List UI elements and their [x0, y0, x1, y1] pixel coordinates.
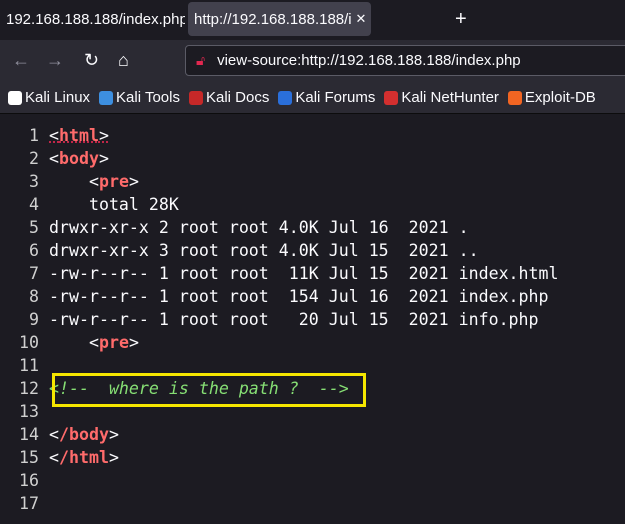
- bookmark-label: Kali NetHunter: [401, 89, 499, 106]
- bookmark-label: Kali Linux: [25, 89, 91, 106]
- insecure-lock-icon: 🔓︎: [196, 52, 206, 68]
- source-view: 1 <html> 2 <body> 3 <pre> 4 total 28K 5 drwxr-x…: [0, 124, 559, 515]
- line-number: 14: [19, 425, 39, 444]
- bookmark-item[interactable]: Kali Tools: [99, 89, 180, 106]
- line-number: 13: [19, 402, 39, 421]
- highlight-box: [52, 373, 366, 407]
- html-tag: <html>: [49, 126, 109, 145]
- bookmark-item[interactable]: Kali Docs: [188, 89, 270, 106]
- line-number: 4: [29, 195, 39, 214]
- bookmark-label: Kali Docs: [205, 89, 270, 106]
- new-tab-button[interactable]: +: [455, 8, 467, 31]
- source-text: drwxr-xr-x 2 root root 4.0K Jul 16 2021 …: [49, 218, 469, 237]
- bookmark-label: Exploit-DB: [524, 89, 596, 106]
- source-line: 17: [0, 492, 559, 515]
- line-number: 11: [19, 356, 39, 375]
- html-tag: <body>: [49, 149, 109, 168]
- bookmark-favicon-icon: [8, 90, 22, 105]
- home-icon[interactable]: ⌂: [118, 50, 129, 71]
- html-tag: <pre>: [88, 172, 139, 191]
- source-line: 8 -rw-r--r-- 1 root root 154 Jul 16 2021 …: [0, 285, 559, 308]
- tag-name: /html: [59, 448, 109, 467]
- bookmark-label: Kali Tools: [116, 89, 180, 106]
- reload-icon[interactable]: ↻: [84, 50, 99, 71]
- tab-index-php[interactable]: 192.168.188.188/index.php ✕: [0, 2, 211, 36]
- tag-name: html: [59, 126, 99, 145]
- back-icon[interactable]: ←: [12, 50, 30, 71]
- tag-name: body: [59, 149, 99, 168]
- source-line: 16: [0, 469, 559, 492]
- source-line: 7 -rw-r--r-- 1 root root 11K Jul 15 2021 …: [0, 262, 559, 285]
- source-line: 1 <html>: [0, 124, 559, 147]
- tag-name: pre: [98, 172, 129, 191]
- source-line: 10 <pre>: [0, 331, 559, 354]
- tab-view-source[interactable]: http://192.168.188.188/index.php ✕: [188, 2, 371, 36]
- bookmark-label: Kali Forums: [295, 89, 376, 106]
- tab-bar: 192.168.188.188/index.php ✕ http://192.1…: [0, 0, 625, 40]
- url-bar[interactable]: 🔓︎ view-source:http://192.168.188.188/in…: [185, 45, 625, 76]
- bookmarks-bar: Kali Linux Kali Tools Kali Docs Kali Forums…: [0, 82, 625, 114]
- tab-title: 192.168.188.188/index.php: [6, 10, 185, 28]
- source-line: 5 drwxr-xr-x 2 root root 4.0K Jul 16 2021…: [0, 216, 559, 239]
- line-number: 16: [19, 471, 39, 490]
- html-tag: <pre>: [88, 333, 139, 352]
- source-line: 2 <body>: [0, 147, 559, 170]
- source-line: 4 total 28K: [0, 193, 559, 216]
- line-number: 6: [29, 241, 39, 260]
- source-line: 14 </body>: [0, 423, 559, 446]
- source-text: -rw-r--r-- 1 root root 11K Jul 15 2021 i…: [49, 264, 559, 283]
- line-number: 12: [19, 379, 39, 398]
- bookmark-favicon-icon: [507, 90, 522, 105]
- close-icon[interactable]: ✕: [351, 11, 371, 27]
- bookmark-item[interactable]: Kali Forums: [278, 89, 375, 106]
- source-text: total 28K: [49, 195, 179, 214]
- line-number: 5: [29, 218, 39, 237]
- tab-title: http://192.168.188.188/index.php: [194, 10, 351, 28]
- bookmark-item[interactable]: Exploit-DB: [507, 89, 596, 106]
- bookmark-item[interactable]: Kali NetHunter: [384, 89, 499, 106]
- nav-toolbar: ← → ↻ ⌂ 🔓︎ view-source:http://192.168.18…: [0, 40, 625, 82]
- line-number: 17: [19, 494, 39, 513]
- html-tag: </body>: [49, 425, 119, 444]
- bookmark-favicon-icon: [384, 90, 399, 105]
- line-number: 15: [19, 448, 39, 467]
- source-text: -rw-r--r-- 1 root root 20 Jul 15 2021 in…: [49, 310, 539, 329]
- source-line: 6 drwxr-xr-x 3 root root 4.0K Jul 15 2021…: [0, 239, 559, 262]
- tag-name: /body: [59, 425, 109, 444]
- source-text: drwxr-xr-x 3 root root 4.0K Jul 15 2021 …: [49, 241, 479, 260]
- line-number: 1: [29, 126, 39, 145]
- line-number: 9: [29, 310, 39, 329]
- bookmark-favicon-icon: [188, 90, 203, 105]
- line-number: 7: [29, 264, 39, 283]
- tag-name: pre: [98, 333, 129, 352]
- bookmark-favicon-icon: [99, 90, 114, 105]
- bookmark-favicon-icon: [278, 90, 293, 105]
- url-text[interactable]: view-source:http://192.168.188.188/index…: [217, 52, 521, 69]
- line-number: 3: [29, 172, 39, 191]
- bookmark-item[interactable]: Kali Linux: [8, 89, 90, 106]
- forward-icon[interactable]: →: [46, 50, 64, 71]
- line-number: 2: [29, 149, 39, 168]
- line-number: 8: [29, 287, 39, 306]
- html-tag: </html>: [49, 448, 119, 467]
- source-text: -rw-r--r-- 1 root root 154 Jul 16 2021 i…: [49, 287, 549, 306]
- line-number: 10: [19, 333, 39, 352]
- source-line: 3 <pre>: [0, 170, 559, 193]
- source-line: 9 -rw-r--r-- 1 root root 20 Jul 15 2021 i…: [0, 308, 559, 331]
- source-line: 15 </html>: [0, 446, 559, 469]
